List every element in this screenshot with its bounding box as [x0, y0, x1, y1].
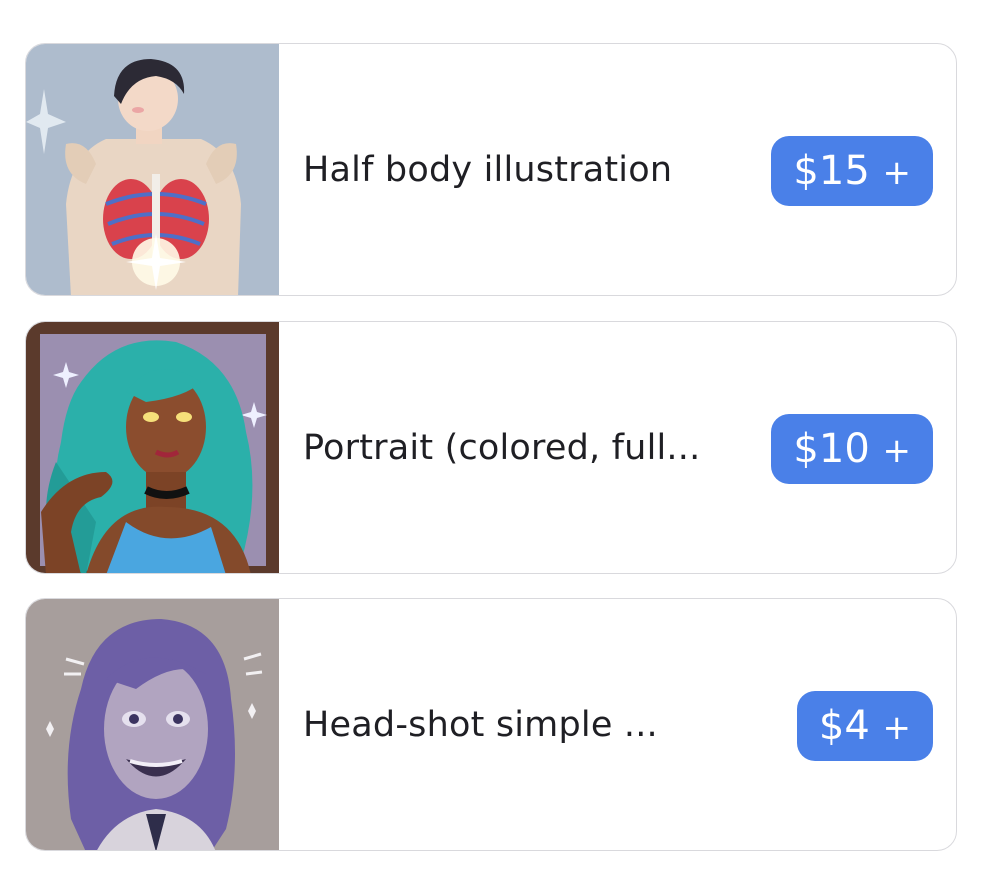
price-plus: +	[882, 708, 912, 748]
price-plus: +	[882, 431, 912, 471]
commission-card-portrait[interactable]: Portrait (colored, full... $10 +	[25, 321, 957, 574]
commission-title: Portrait (colored, full...	[303, 428, 701, 468]
price-plus: +	[882, 153, 912, 193]
price-value: $15	[793, 148, 870, 194]
price-value: $10	[793, 426, 870, 472]
price-value: $4	[818, 703, 870, 749]
commission-list: Half body illustration $15 + Portrait (c…	[0, 0, 986, 889]
portrait-thumbnail	[26, 322, 279, 573]
half-body-thumbnail	[26, 44, 279, 295]
commission-card-head-shot[interactable]: Head-shot simple ... $4 +	[25, 598, 957, 851]
price-button[interactable]: $15 +	[771, 136, 933, 206]
head-shot-thumbnail	[26, 599, 279, 850]
price-button[interactable]: $10 +	[771, 414, 933, 484]
price-button[interactable]: $4 +	[796, 691, 933, 761]
half-body-illustration	[26, 44, 279, 295]
commission-title: Head-shot simple ...	[303, 705, 658, 745]
commission-title: Half body illustration	[303, 150, 673, 190]
portrait-illustration	[26, 322, 279, 573]
head-shot-illustration	[26, 599, 279, 850]
commission-card-half-body[interactable]: Half body illustration $15 +	[25, 43, 957, 296]
